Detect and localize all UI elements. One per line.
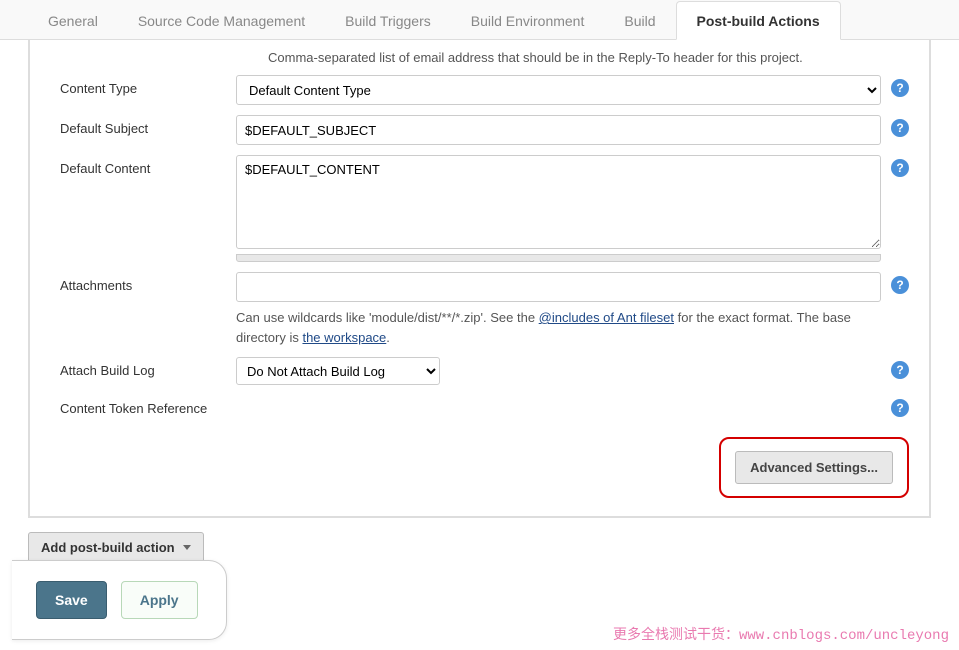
default-content-label: Default Content: [60, 155, 236, 176]
chevron-down-icon: [183, 545, 191, 550]
tab-general[interactable]: General: [28, 2, 118, 39]
watermark: 更多全栈测试干货：www.cnblogs.com/uncleyong: [613, 624, 949, 644]
help-icon[interactable]: ?: [891, 276, 909, 294]
default-content-textarea[interactable]: $DEFAULT_CONTENT: [236, 155, 881, 249]
content-type-select[interactable]: Default Content Type: [236, 75, 881, 105]
save-button[interactable]: Save: [36, 581, 107, 619]
advanced-settings-button[interactable]: Advanced Settings...: [735, 451, 893, 484]
watermark-link[interactable]: www.cnblogs.com/uncleyong: [739, 628, 949, 644]
post-build-panel: Comma-separated list of email address th…: [28, 40, 931, 518]
content-type-label: Content Type: [60, 75, 236, 96]
help-icon[interactable]: ?: [891, 361, 909, 379]
content-token-reference-label: Content Token Reference: [60, 395, 236, 416]
add-post-build-action-label: Add post-build action: [41, 540, 175, 555]
ant-fileset-link[interactable]: @includes of Ant fileset: [539, 310, 674, 325]
save-bar: Save Apply: [12, 560, 227, 640]
attachments-label: Attachments: [60, 272, 236, 293]
help-icon[interactable]: ?: [891, 119, 909, 137]
help-icon[interactable]: ?: [891, 399, 909, 417]
tab-build[interactable]: Build: [604, 2, 675, 39]
attachments-input[interactable]: [236, 272, 881, 302]
tab-post-build-actions[interactable]: Post-build Actions: [676, 1, 841, 40]
help-icon[interactable]: ?: [891, 79, 909, 97]
attach-build-log-label: Attach Build Log: [60, 357, 236, 378]
add-post-build-action-button[interactable]: Add post-build action: [28, 532, 204, 563]
attachments-description: Can use wildcards like 'module/dist/**/*…: [236, 308, 881, 347]
attach-build-log-select[interactable]: Do Not Attach Build Log: [236, 357, 440, 385]
apply-button[interactable]: Apply: [121, 581, 198, 619]
replyto-help-text: Comma-separated list of email address th…: [268, 50, 909, 65]
textarea-resize-handle[interactable]: [236, 254, 881, 262]
tab-scm[interactable]: Source Code Management: [118, 2, 325, 39]
default-subject-input[interactable]: [236, 115, 881, 145]
config-tabs: General Source Code Management Build Tri…: [0, 0, 959, 40]
default-subject-label: Default Subject: [60, 115, 236, 136]
workspace-link[interactable]: the workspace: [302, 330, 386, 345]
help-icon[interactable]: ?: [891, 159, 909, 177]
tab-build-environment[interactable]: Build Environment: [451, 2, 605, 39]
tab-build-triggers[interactable]: Build Triggers: [325, 2, 451, 39]
advanced-highlight: Advanced Settings...: [719, 437, 909, 498]
